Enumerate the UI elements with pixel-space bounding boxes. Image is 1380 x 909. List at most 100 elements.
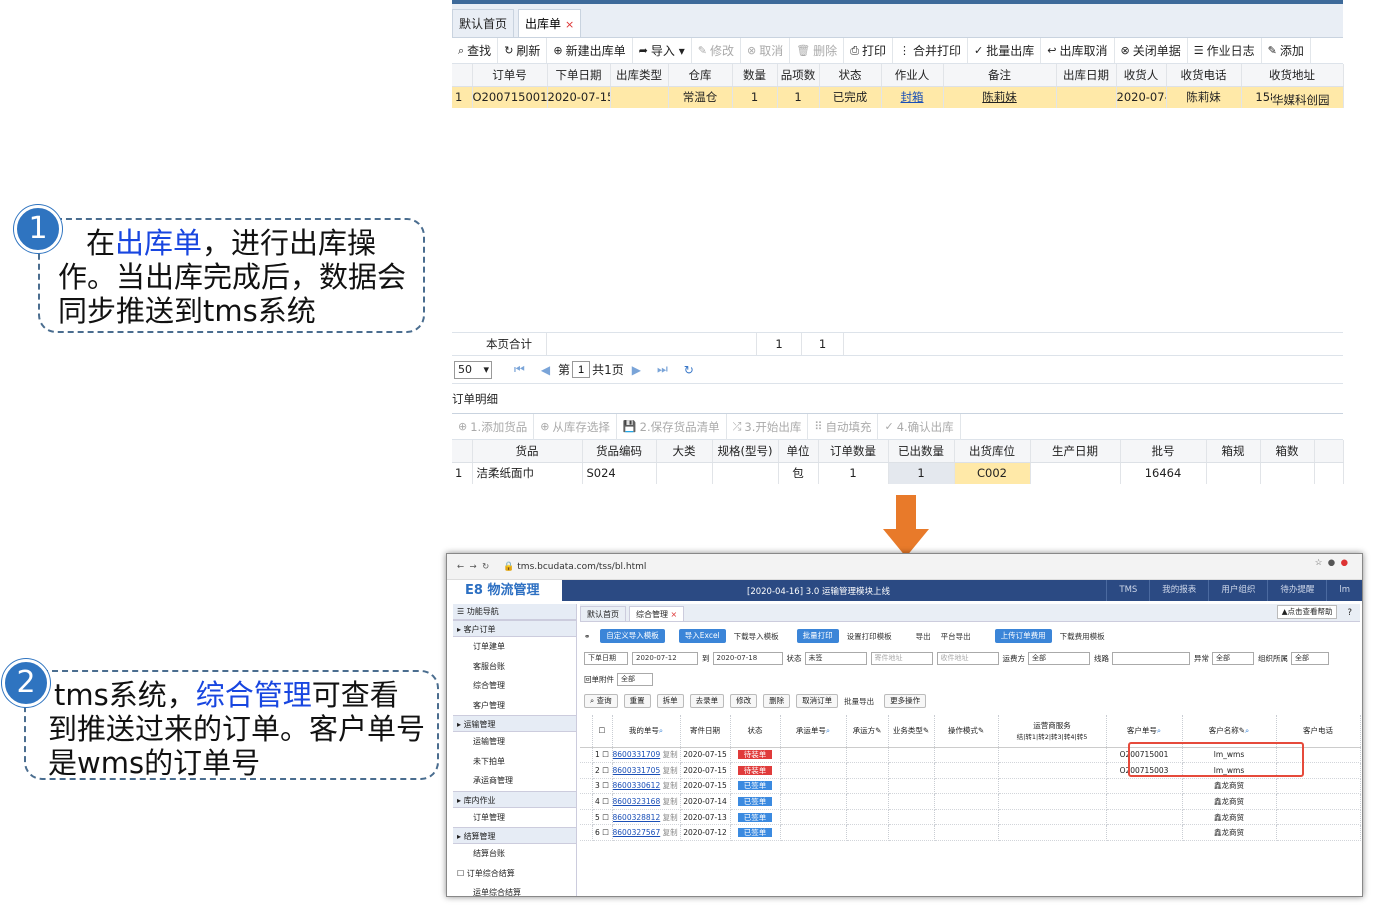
outbound-cancel-button[interactable]: ↩ 出库取消 — [1041, 38, 1115, 63]
find-button[interactable]: ⌕ 查找 — [452, 38, 499, 63]
query-button[interactable]: ⌕ 查询 — [584, 694, 618, 708]
table-row[interactable]: 5 ☐ 8600328812 复制 2020-07-13 已签单 鑫龙商贸 — [580, 809, 1361, 826]
sidebar-item[interactable]: 客户管理 — [453, 696, 576, 716]
job-log-button[interactable]: ☰ 作业日志 — [1188, 38, 1262, 63]
col-header[interactable]: 运营商服务 结|转1|转2|转3|转4|转5 — [998, 715, 1107, 748]
col-header[interactable]: 承运单号⌕ — [780, 715, 847, 748]
cancel-order-button[interactable]: 取消订单 — [796, 694, 839, 708]
refresh-button[interactable]: ↻ 刷新 — [498, 38, 548, 63]
col-header[interactable]: 订单号 — [472, 64, 548, 87]
export-button[interactable]: 导出 — [916, 631, 931, 642]
menu-tms[interactable]: TMS — [1106, 580, 1149, 601]
reset-button[interactable]: 重置 — [623, 694, 651, 708]
tab-default-home[interactable]: 默认首页 — [580, 606, 626, 621]
col-header[interactable]: 规格(型号) — [712, 440, 779, 463]
new-outbound-button[interactable]: ⊕ 新建出库单 — [547, 38, 633, 63]
date-from-input[interactable]: 2020-07-12 — [632, 651, 698, 665]
auto-fill-button[interactable]: ⠿ 自动填充 — [808, 413, 879, 440]
col-header[interactable]: 下单日期 — [547, 64, 611, 87]
batch-export-button[interactable]: 批量导出 — [844, 696, 874, 707]
col-header[interactable]: 已出数量 — [888, 440, 955, 463]
confirm-outbound-button[interactable]: ✓ 4.确认出库 — [878, 413, 961, 440]
cancel-button[interactable]: ⊗ 取消 — [741, 38, 791, 63]
account-icon[interactable]: ● — [1328, 558, 1335, 568]
col-header[interactable]: 收货人 — [1116, 64, 1167, 87]
col-header[interactable]: 生产日期 — [1030, 440, 1121, 463]
batch-print-button[interactable]: 批量打印 — [796, 629, 839, 643]
batch-outbound-button[interactable]: ✓ 批量出库 — [968, 38, 1042, 63]
order-no-link[interactable]: 8600327567 — [613, 828, 661, 837]
sidebar-item[interactable]: 未下拍单 — [453, 752, 576, 772]
page-number-input[interactable] — [572, 361, 591, 378]
menu-todo[interactable]: 待办提醒 — [1267, 580, 1326, 601]
receiver-address-input[interactable]: 收件地址 — [936, 651, 999, 665]
date-to-input[interactable]: 2020-07-18 — [712, 651, 783, 665]
order-no-link[interactable]: 8600331709 — [613, 750, 661, 759]
merge-print-button[interactable]: ⋮ 合并打印 — [893, 38, 969, 63]
delete-button[interactable]: 🗑 删除 — [790, 38, 845, 63]
table-row[interactable]: 6 ☐ 8600327567 复制 2020-07-12 已签单 鑫龙商贸 — [580, 824, 1361, 842]
tab-default-home[interactable]: 默认首页 — [452, 9, 515, 37]
star-icon[interactable]: ☆ — [1315, 558, 1323, 568]
col-header[interactable]: 承运方✎ — [846, 715, 889, 748]
col-header[interactable]: 数量 — [732, 64, 778, 87]
sender-address-input[interactable]: 寄件地址 — [870, 651, 933, 665]
col-header[interactable]: 货品编码 — [582, 440, 657, 463]
edit-button[interactable]: ✎ 修改 — [692, 38, 741, 63]
lines-select[interactable] — [1112, 651, 1190, 665]
sidebar-group[interactable]: ▸ 结算管理 — [453, 827, 576, 844]
col-header[interactable]: 仓库 — [668, 64, 733, 87]
print-template-button[interactable]: 设置打印模板 — [847, 631, 892, 642]
refresh-icon[interactable]: ↻ — [684, 363, 694, 377]
col-header[interactable]: 作业人 — [881, 64, 944, 87]
print-button[interactable]: ⎙ 打印 — [844, 38, 894, 63]
sidebar-group[interactable]: ▸ 客户订单 — [453, 620, 576, 637]
reload-icon[interactable]: ↻ — [482, 562, 489, 572]
sidebar-item[interactable]: ☐ 订单综合结算 — [453, 864, 576, 884]
col-header[interactable]: 批号 — [1120, 440, 1207, 463]
menu-user[interactable]: lm — [1326, 580, 1362, 601]
col-header[interactable]: 出库类型 — [610, 64, 669, 87]
split-button[interactable]: 拆单 — [656, 694, 684, 708]
save-goods-button[interactable]: 💾 2.保存货品清单 — [617, 413, 727, 440]
delete-button[interactable]: 删除 — [763, 694, 791, 708]
col-header[interactable]: 订单数量 — [818, 440, 889, 463]
col-header[interactable]: 大类 — [656, 440, 713, 463]
status-link[interactable]: 封箱 — [901, 90, 924, 104]
import-button[interactable]: ➦ 导入 ▾ — [633, 38, 692, 63]
go-entry-button[interactable]: 去录单 — [689, 694, 725, 708]
org-select[interactable]: 全部 — [1291, 651, 1329, 665]
import-excel-button[interactable]: 导入Excel — [678, 629, 726, 643]
forward-icon[interactable]: → — [470, 562, 477, 572]
order-no-link[interactable]: 8600328812 — [613, 813, 661, 822]
download-fee-template-button[interactable]: 下载费用模板 — [1060, 631, 1105, 642]
col-header[interactable]: 出库日期 — [1056, 64, 1117, 87]
order-no-link[interactable]: 8600323168 — [613, 797, 661, 806]
sidebar-group[interactable]: ▸ 运输管理 — [453, 715, 576, 732]
col-header[interactable]: 操作模式✎ — [934, 715, 999, 748]
sidebar-item-active[interactable]: 综合管理 — [453, 676, 576, 696]
add-goods-button[interactable]: ⊕ 1.添加货品 — [452, 413, 535, 440]
sidebar-item[interactable]: 运输管理 — [453, 732, 576, 752]
next-page-icon[interactable]: ▶ — [632, 363, 641, 377]
download-template-button[interactable]: 下载导入模板 — [734, 631, 779, 642]
col-header[interactable]: 收货电话 — [1166, 64, 1242, 87]
col-header[interactable]: 单位 — [778, 440, 819, 463]
help-icon[interactable]: ? — [1347, 608, 1352, 618]
platform-export-button[interactable]: 平台导出 — [941, 631, 971, 642]
select-from-stock-button[interactable]: ⊕ 从库存选择 — [534, 413, 617, 440]
payer-select[interactable]: 全部 — [1028, 651, 1090, 665]
extension-icon[interactable]: ● — [1341, 558, 1348, 568]
col-header[interactable]: 状态 — [819, 64, 882, 87]
col-header[interactable]: 寄件日期 — [680, 715, 731, 748]
col-header[interactable]: 状态 — [730, 715, 781, 748]
edit-button[interactable]: 修改 — [730, 694, 758, 708]
menu-reports[interactable]: 我的报表 — [1149, 580, 1208, 601]
page-size-select[interactable]: 50 ▾ — [454, 360, 492, 379]
table-row[interactable]: 3 ☐ 8600330612 复制 2020-07-15 已签单 鑫龙商贸 — [580, 778, 1361, 795]
select-all-checkbox[interactable]: ☐ — [592, 715, 613, 748]
add-button[interactable]: ✎ 添加 — [1262, 38, 1311, 63]
custom-import-template-button[interactable]: 自定义导入模板 — [600, 629, 665, 643]
sidebar-item[interactable]: 订单管理 — [453, 808, 576, 828]
table-row[interactable]: 1 洁柔纸面巾 S024 包 1 1 C002 16464 — [452, 462, 1344, 484]
